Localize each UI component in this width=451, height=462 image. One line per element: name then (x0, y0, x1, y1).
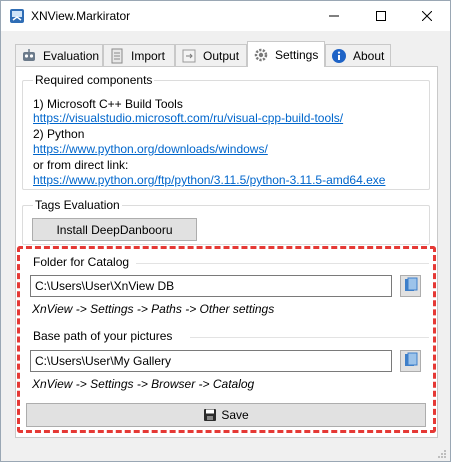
catalog-hint: XnView -> Settings -> Paths -> Other set… (32, 302, 275, 316)
pictures-path-input[interactable]: C:\Users\User\My Gallery (30, 350, 392, 372)
catalog-folder-label: Folder for Catalog (33, 255, 130, 269)
save-button[interactable]: Save (26, 403, 426, 427)
main-window: XNView.Markirator Evaluation Import Outp… (0, 0, 451, 462)
group-title: Required components (33, 73, 155, 87)
close-button[interactable] (404, 1, 450, 31)
divider (136, 263, 429, 264)
requirement-text: 1) Microsoft C++ Build Tools (33, 97, 183, 111)
tab-import[interactable]: Import (103, 44, 175, 66)
divider (190, 337, 429, 338)
minimize-button[interactable] (311, 1, 357, 31)
app-icon (9, 8, 25, 24)
tab-settings[interactable]: Settings (247, 41, 325, 67)
info-icon (330, 47, 347, 64)
catalog-folder-input[interactable]: C:\Users\User\XnView DB (30, 275, 392, 297)
title-bar[interactable]: XNView.Markirator (1, 1, 450, 31)
tab-label: Evaluation (43, 48, 100, 63)
minimize-icon (329, 15, 339, 17)
tab-output[interactable]: Output (175, 44, 247, 66)
robot-icon (20, 47, 37, 64)
floppy-disk-icon (203, 408, 217, 422)
gear-icon (252, 46, 269, 63)
folder-icon (404, 352, 418, 371)
window-title: XNView.Markirator (31, 9, 131, 23)
tab-label: Settings (275, 47, 319, 62)
tab-label: Output (203, 48, 240, 63)
browse-catalog-button[interactable] (400, 275, 421, 297)
requirement-text: 2) Python (33, 127, 85, 141)
cpp-build-tools-link[interactable]: https://visualstudio.microsoft.com/ru/vi… (33, 111, 343, 125)
tab-evaluation[interactable]: Evaluation (15, 44, 103, 66)
folder-icon (404, 277, 418, 296)
close-icon (422, 11, 432, 21)
group-title: Tags Evaluation (33, 198, 122, 212)
install-deepdanbooru-button[interactable]: Install DeepDanbooru (32, 218, 197, 241)
tab-about[interactable]: About (325, 44, 391, 66)
python-downloads-link[interactable]: https://www.python.org/downloads/windows… (33, 142, 268, 156)
import-icon (108, 47, 125, 64)
tab-label: Import (131, 48, 166, 63)
python-direct-link[interactable]: https://www.python.org/ftp/python/3.11.5… (33, 173, 385, 187)
maximize-icon (376, 11, 386, 21)
maximize-button[interactable] (358, 1, 404, 31)
tags-evaluation-group: Tags Evaluation Install DeepDanbooru (22, 198, 430, 245)
settings-panel: Required components 1) Microsoft C++ Bui… (15, 66, 438, 438)
pictures-path-label: Base path of your pictures (33, 329, 173, 343)
resize-grip[interactable] (437, 448, 447, 458)
output-icon (180, 47, 197, 64)
required-components-group: Required components 1) Microsoft C++ Bui… (22, 73, 430, 190)
requirement-text: or from direct link: (33, 158, 129, 172)
tab-label: About (353, 48, 385, 63)
browse-pictures-button[interactable] (400, 350, 421, 372)
save-label: Save (221, 408, 249, 422)
pictures-hint: XnView -> Settings -> Browser -> Catalog (32, 377, 255, 391)
